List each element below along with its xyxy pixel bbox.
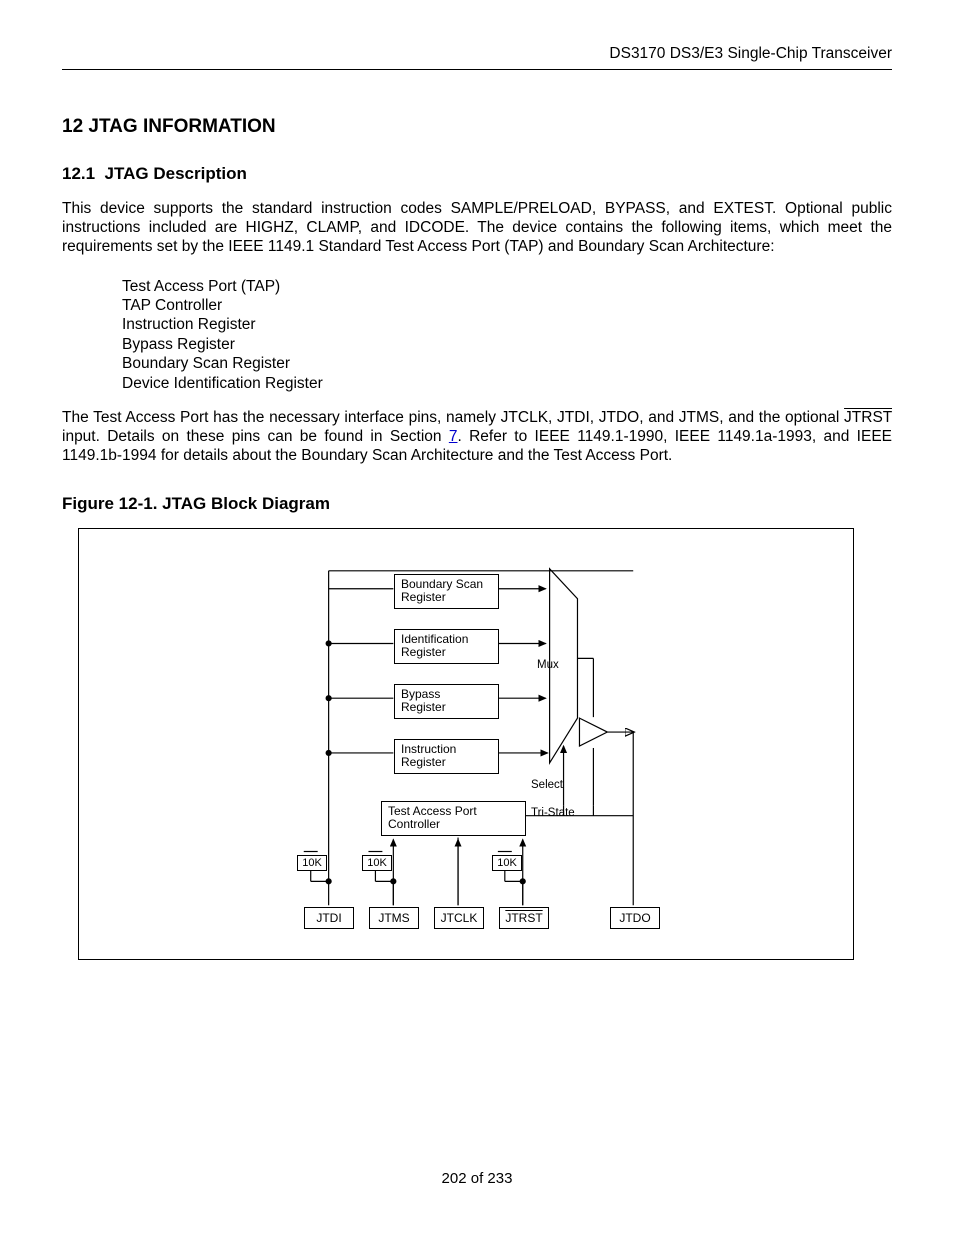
feature-list: Test Access Port (TAP) TAP Controller In… [122,277,892,393]
tap-controller-box: Test Access Port Controller [381,801,526,837]
list-item: Instruction Register [122,315,892,334]
pin-jtdo: JTDO [610,907,660,929]
identification-register-box: Identification Register [394,629,499,665]
pin-jtdi: JTDI [304,907,354,929]
list-item: Bypass Register [122,335,892,354]
list-item: TAP Controller [122,296,892,315]
page-footer: 202 of 233 [0,1170,954,1187]
list-item: Test Access Port (TAP) [122,277,892,296]
list-item: Boundary Scan Register [122,354,892,373]
p2-mid: input. Details on these pins can be foun… [62,428,449,445]
subsection-title-text: JTAG Description [105,164,247,183]
list-item: Device Identification Register [122,374,892,393]
boundary-scan-register-box: Boundary Scan Register [394,574,499,610]
mux-label: Mux [537,659,559,671]
header-device-name: DS3170 DS3/E3 Single-Chip Transceiver [62,45,892,70]
subsection-number: 12.1 [62,164,95,183]
pin-jtms: JTMS [369,907,419,929]
paragraph-1: This device supports the standard instru… [62,200,892,257]
instruction-register-box: Instruction Register [394,739,499,775]
section-title-text: JTAG INFORMATION [88,116,275,137]
paragraph-2: The Test Access Port has the necessary i… [62,409,892,466]
jtrst-overline: JTRST [844,409,892,426]
block-diagram: Boundary Scan Register Identification Re… [78,528,854,960]
figure-title: Figure 12-1. JTAG Block Diagram [62,494,892,514]
pin-jtclk: JTCLK [434,907,484,929]
subsection-heading: 12.1 JTAG Description [62,164,892,184]
section-heading: 12 JTAG INFORMATION [62,116,892,138]
tristate-label: Tri-State [531,807,575,819]
bypass-register-box: Bypass Register [394,684,499,720]
resistor-10k-2: 10K [362,855,392,871]
select-label: Select [531,779,563,791]
resistor-10k-1: 10K [297,855,327,871]
section-number: 12 [62,116,83,137]
pin-jtrst: JTRST [499,907,549,929]
resistor-10k-3: 10K [492,855,522,871]
p2-pre: The Test Access Port has the necessary i… [62,409,844,426]
